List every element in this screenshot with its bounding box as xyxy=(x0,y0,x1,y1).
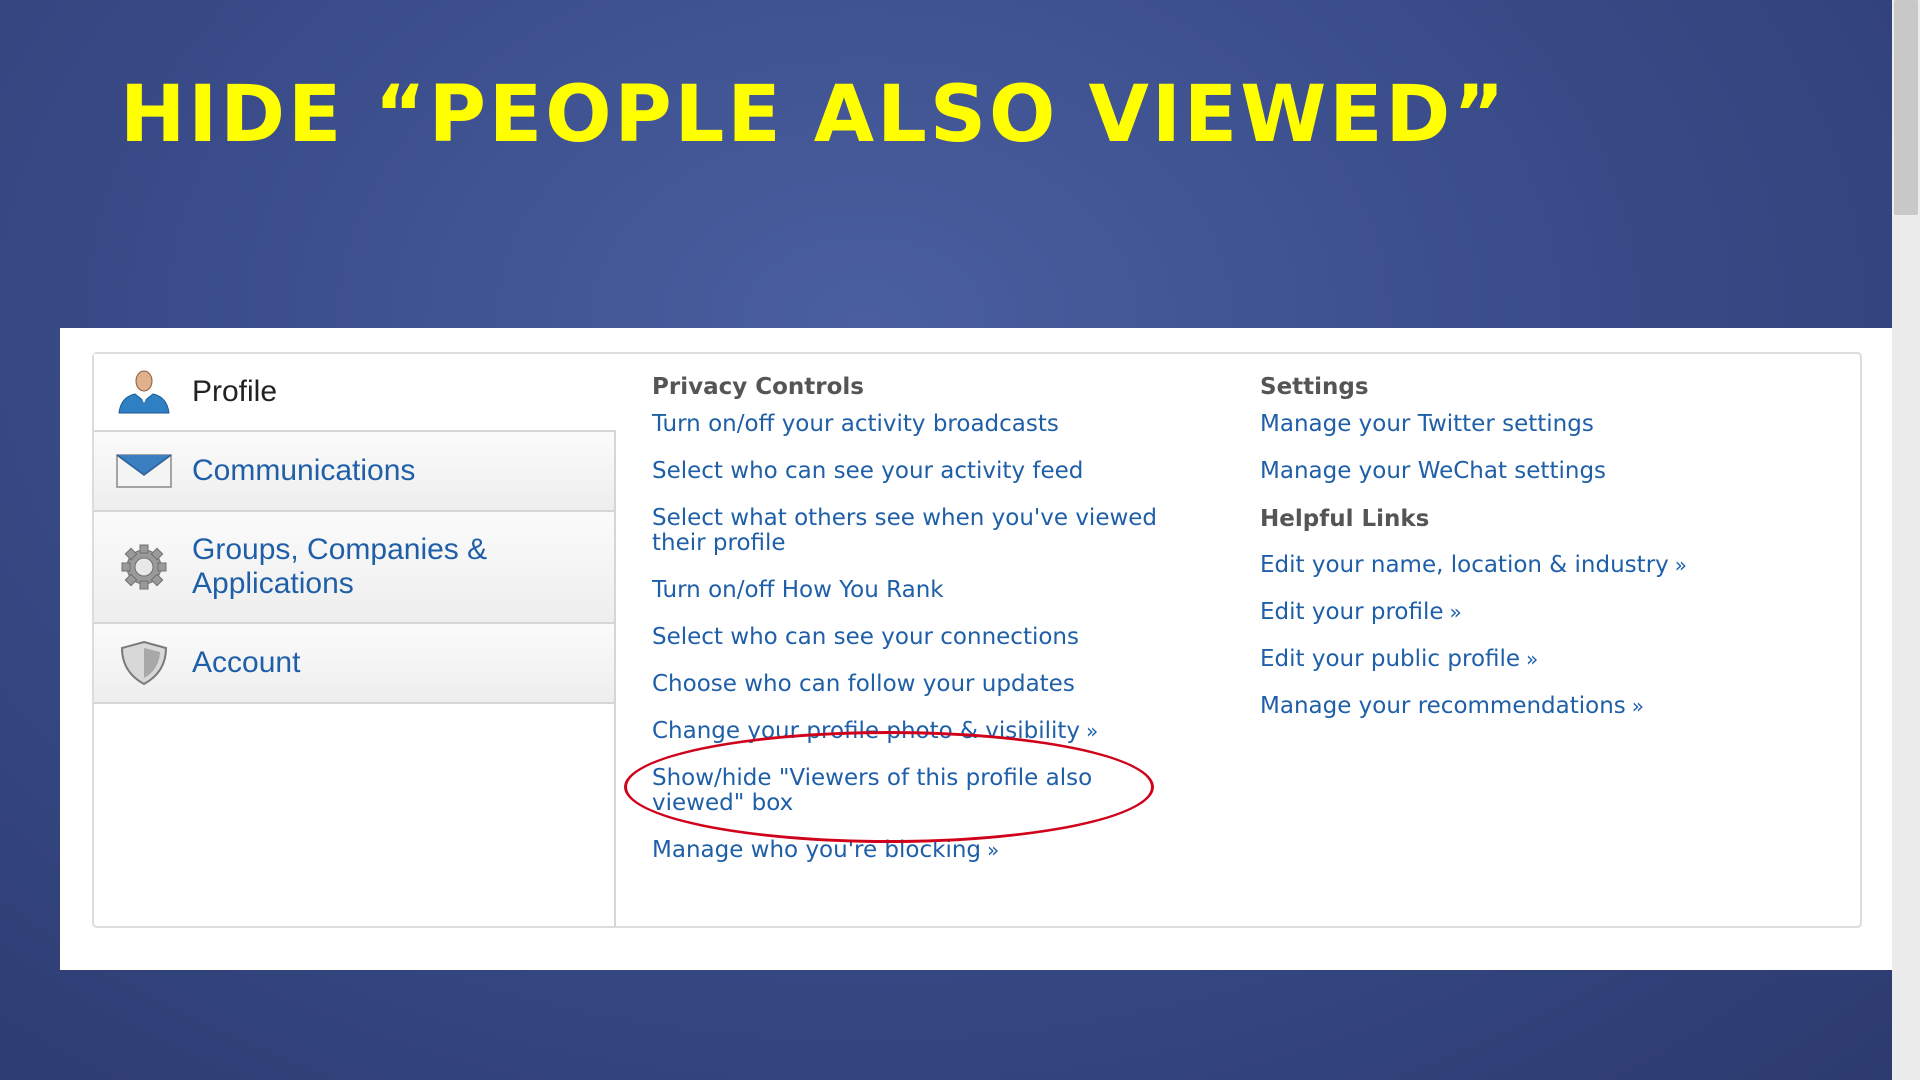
raquo-icon: » xyxy=(1086,719,1099,743)
sidebar-item-label: Communications xyxy=(192,454,416,487)
link-text: Select who can see your activity feed xyxy=(652,458,1084,484)
link-recommendations[interactable]: Manage your recommendations» xyxy=(1260,694,1644,719)
link-wechat-settings[interactable]: Manage your WeChat settings xyxy=(1260,459,1606,484)
raquo-icon: » xyxy=(987,838,1000,862)
sidebar-item-label: Account xyxy=(192,646,301,679)
link-text: Turn on/off your activity broadcasts xyxy=(652,411,1059,437)
link-connections[interactable]: Select who can see your connections xyxy=(652,625,1079,650)
link-text: Select who can see your connections xyxy=(652,624,1079,650)
sidebar-item-groups[interactable]: Groups, Companies & Applications xyxy=(94,512,616,624)
settings-heading: Settings xyxy=(1260,374,1369,400)
link-text: Select what others see when you've viewe… xyxy=(652,505,1158,531)
link-blocking[interactable]: Manage who you're blocking» xyxy=(652,838,999,863)
link-text: Manage your Twitter settings xyxy=(1260,411,1594,437)
link-text: Manage who you're blocking xyxy=(652,837,982,863)
sidebar-item-label: Groups, Companies & xyxy=(192,533,488,566)
link-text: Change your profile photo & visibility xyxy=(652,718,1081,744)
raquo-icon: » xyxy=(1674,553,1688,577)
link-viewers-also-viewed[interactable]: Show/hide "Viewers of this profile also … xyxy=(652,766,1092,816)
sidebar-item-label-group: Groups, Companies & Applications xyxy=(192,533,487,601)
settings-sidebar: Profile Communications Groups, Companies… xyxy=(94,354,616,704)
sidebar-item-label: Profile xyxy=(192,375,278,408)
link-profile-viewing[interactable]: Select what others see when you've viewe… xyxy=(652,506,1157,556)
helpful-links-heading: Helpful Links xyxy=(1260,506,1430,532)
content-divider xyxy=(614,430,616,926)
raquo-icon: » xyxy=(1526,647,1539,671)
link-text: Choose who can follow your updates xyxy=(652,671,1075,697)
link-text-line2: their profile xyxy=(652,530,786,556)
settings-frame: Profile Communications Groups, Companies… xyxy=(92,352,1862,928)
privacy-controls-heading: Privacy Controls xyxy=(652,374,864,400)
link-edit-profile[interactable]: Edit your profile» xyxy=(1260,600,1462,625)
settings-screenshot: Profile Communications Groups, Companies… xyxy=(60,328,1892,970)
link-text: Show/hide "Viewers of this profile also xyxy=(652,765,1093,791)
sidebar-item-label-line2: Applications xyxy=(192,567,354,600)
link-follow-updates[interactable]: Choose who can follow your updates xyxy=(652,672,1075,697)
shield-icon xyxy=(114,637,174,689)
link-activity-feed[interactable]: Select who can see your activity feed xyxy=(652,459,1083,484)
link-text: Edit your public profile xyxy=(1260,646,1521,672)
link-text: Turn on/off How You Rank xyxy=(652,577,944,603)
scrollbar[interactable] xyxy=(1892,0,1920,1080)
gear-icon xyxy=(114,541,174,593)
link-profile-photo[interactable]: Change your profile photo & visibility» xyxy=(652,719,1098,744)
link-twitter-settings[interactable]: Manage your Twitter settings xyxy=(1260,412,1594,437)
link-text: Edit your profile xyxy=(1260,599,1444,625)
link-edit-name[interactable]: Edit your name, location & industry» xyxy=(1260,553,1687,578)
sidebar-item-communications[interactable]: Communications xyxy=(94,432,616,512)
link-text: Manage your WeChat settings xyxy=(1260,458,1607,484)
link-edit-public-profile[interactable]: Edit your public profile» xyxy=(1260,647,1538,672)
scrollbar-thumb[interactable] xyxy=(1894,0,1918,215)
link-activity-broadcasts[interactable]: Turn on/off your activity broadcasts xyxy=(652,412,1059,437)
link-text: Edit your name, location & industry xyxy=(1260,552,1669,578)
link-how-you-rank[interactable]: Turn on/off How You Rank xyxy=(652,578,944,603)
slide-title: HIDE “PEOPLE ALSO VIEWED” xyxy=(120,70,1508,160)
raquo-icon: » xyxy=(1449,600,1462,624)
sidebar-item-profile[interactable]: Profile xyxy=(94,354,616,432)
envelope-icon xyxy=(114,445,174,497)
link-text-line2: viewed" box xyxy=(652,790,794,816)
link-text: Manage your recommendations xyxy=(1260,693,1626,719)
raquo-icon: » xyxy=(1631,694,1645,718)
sidebar-item-account[interactable]: Account xyxy=(94,624,616,704)
user-icon xyxy=(114,366,174,418)
